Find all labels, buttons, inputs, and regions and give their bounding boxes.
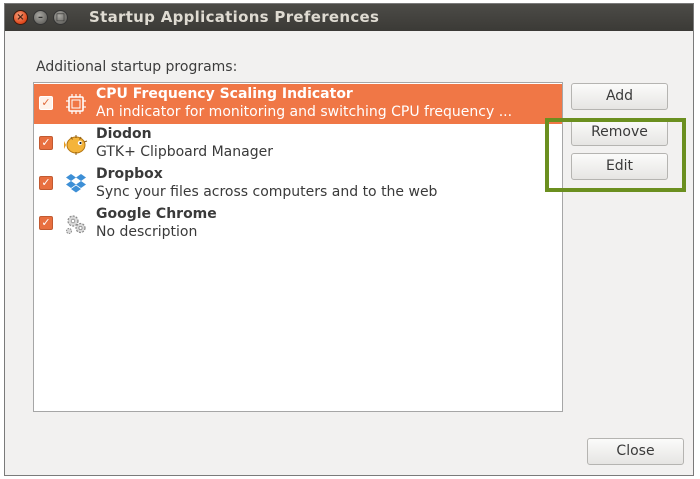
close-button[interactable]: Close (587, 438, 684, 465)
window-minimize-button[interactable]: – (33, 10, 48, 25)
dropbox-icon (64, 172, 88, 196)
window-title: Startup Applications Preferences (89, 8, 380, 26)
program-description: GTK+ Clipboard Manager (96, 144, 273, 160)
cpu-chip-icon (64, 92, 88, 116)
program-name: Dropbox (96, 166, 163, 182)
program-description: Sync your files across computers and to … (96, 184, 438, 200)
window-maximize-button[interactable]: □ (53, 10, 68, 25)
enable-checkbox[interactable]: ✓ (39, 96, 53, 110)
program-description: An indicator for monitoring and switchin… (96, 104, 513, 120)
enable-checkbox[interactable]: ✓ (39, 216, 53, 230)
window-close-button[interactable]: × (13, 10, 28, 25)
startup-applications-window: × – □ Startup Applications Preferences A… (4, 3, 694, 476)
program-name: Google Chrome (96, 206, 217, 222)
section-label: Additional startup programs: (36, 59, 238, 75)
program-description: No description (96, 224, 198, 240)
highlight-frame (545, 118, 686, 192)
add-button[interactable]: Add (571, 83, 668, 110)
list-item-diodon[interactable]: ✓ Diodon GTK+ Clipboard Manager (34, 124, 562, 164)
titlebar: × – □ Startup Applications Preferences (5, 4, 693, 31)
list-item-cpu-frequency-scaling-indicator[interactable]: ✓ CPU Frequency Scaling Indicator An ind… (34, 84, 562, 124)
enable-checkbox[interactable]: ✓ (39, 136, 53, 150)
list-item-dropbox[interactable]: ✓ Dropbox Sync your files across compute… (34, 164, 562, 204)
program-name: CPU Frequency Scaling Indicator (96, 86, 353, 102)
list-item-google-chrome[interactable]: ✓ Google Chrome No description (34, 204, 562, 244)
gears-icon (64, 212, 88, 236)
startup-programs-list[interactable]: ✓ CPU Frequency Scaling Indicator An ind… (33, 82, 563, 412)
program-name: Diodon (96, 126, 152, 142)
diodon-fish-icon (64, 132, 88, 156)
enable-checkbox[interactable]: ✓ (39, 176, 53, 190)
